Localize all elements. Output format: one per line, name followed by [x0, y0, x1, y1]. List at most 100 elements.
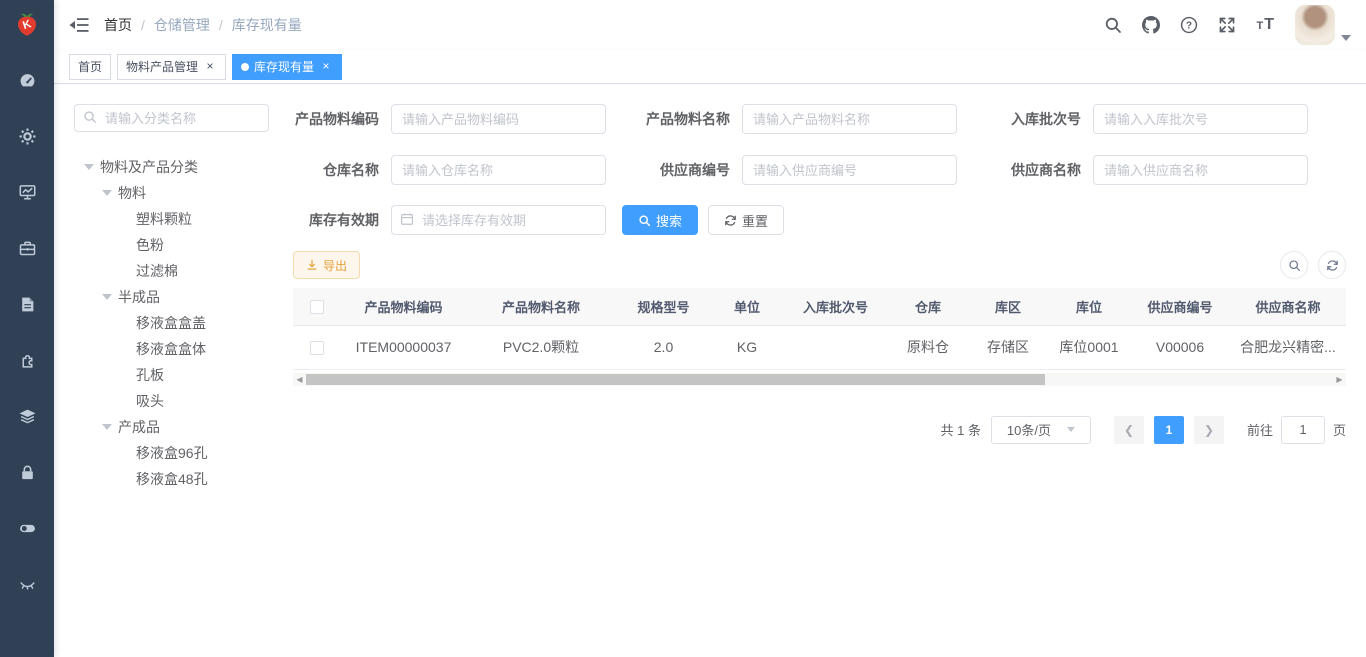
lock-icon[interactable] — [0, 444, 54, 500]
tree-node-label: 移液盒盒盖 — [136, 313, 206, 333]
select-all-checkbox[interactable] — [310, 300, 324, 314]
close-icon[interactable]: × — [203, 60, 217, 74]
tree-node[interactable]: 移液盒盒体 — [74, 336, 269, 362]
reset-button[interactable]: 重置 — [708, 205, 784, 235]
cell-item-name: PVC2.0颗粒 — [466, 325, 616, 369]
tab-inventory-onhand[interactable]: 库存现有量 × — [232, 54, 342, 80]
table-row[interactable]: ITEM00000037 PVC2.0颗粒 2.0 KG 原料仓 存储区 库位0… — [293, 325, 1346, 369]
search-icon[interactable] — [1104, 16, 1122, 34]
item-name-input[interactable] — [742, 104, 957, 134]
tree-node[interactable]: 孔板 — [74, 362, 269, 388]
chevron-down-icon — [1341, 35, 1351, 41]
field-label: 仓库名称 — [293, 160, 391, 180]
supplier-name-input[interactable] — [1093, 155, 1308, 185]
layers-icon[interactable] — [0, 388, 54, 444]
filter-field-expiry-date: 库存有效期 — [293, 205, 606, 235]
tree-node[interactable]: 移液盒盒盖 — [74, 310, 269, 336]
refresh-icon[interactable] — [1318, 251, 1346, 279]
active-dot-icon — [241, 63, 249, 71]
tree-node-label: 移液盒盒体 — [136, 339, 206, 359]
expiry-date-input[interactable] — [391, 205, 606, 235]
sidebar-collapse-icon[interactable] — [69, 17, 89, 33]
scroll-right-icon[interactable]: ▶ — [1333, 373, 1346, 386]
tree-node[interactable]: 产成品 — [74, 414, 269, 440]
filter-row-expiry: 库存有效期 搜索 重置 — [293, 205, 1346, 235]
fullscreen-icon[interactable] — [1218, 16, 1236, 34]
tab-material-product[interactable]: 物料产品管理 × — [117, 54, 226, 80]
refresh-icon — [724, 214, 737, 227]
inventory-main-panel: 产品物料编码 产品物料名称 入库批次号 仓库名称 — [293, 104, 1346, 637]
tree-node-label: 孔板 — [136, 365, 164, 385]
caret-down-icon[interactable] — [96, 424, 118, 430]
tree-node[interactable]: 移液盒48孔 — [74, 466, 269, 492]
close-icon[interactable]: × — [319, 60, 333, 74]
pagination-total: 共 1 条 — [941, 420, 981, 439]
page-size-select[interactable]: 10条/页 — [991, 416, 1091, 444]
tree-node[interactable]: 吸头 — [74, 388, 269, 414]
tree-node-label: 色粉 — [136, 235, 164, 255]
breadcrumb-home[interactable]: 首页 — [104, 15, 132, 35]
puzzle-icon[interactable] — [0, 332, 54, 388]
app-window: K — [0, 0, 1366, 657]
prev-page-button[interactable]: ❮ — [1114, 416, 1144, 444]
tree-node[interactable]: 色粉 — [74, 232, 269, 258]
row-checkbox[interactable] — [310, 341, 324, 355]
sidebar-menu — [0, 52, 54, 612]
tree-node[interactable]: 物料及产品分类 — [74, 154, 269, 180]
field-label: 产品物料编码 — [293, 109, 391, 129]
github-icon[interactable] — [1142, 16, 1160, 34]
app-logo[interactable]: K — [0, 0, 54, 50]
export-button-label: 导出 — [323, 257, 347, 274]
search-icon — [83, 110, 97, 129]
question-icon[interactable]: ? — [1180, 16, 1198, 34]
gear-icon[interactable] — [0, 108, 54, 164]
filter-field-supplier-code: 供应商编号 — [644, 155, 995, 185]
field-label: 入库批次号 — [995, 109, 1093, 129]
warehouse-name-input[interactable] — [391, 155, 606, 185]
supplier-code-input[interactable] — [742, 155, 957, 185]
tree-node[interactable]: 移液盒96孔 — [74, 440, 269, 466]
goto-page-input[interactable] — [1281, 416, 1325, 444]
eye-closed-icon[interactable] — [0, 556, 54, 612]
cell-spec: 2.0 — [616, 325, 711, 369]
batch-no-input[interactable] — [1093, 104, 1308, 134]
toolbox-icon[interactable] — [0, 220, 54, 276]
scrollbar-track[interactable] — [306, 374, 1333, 385]
export-button[interactable]: 导出 — [293, 251, 360, 279]
avatar[interactable] — [1295, 5, 1335, 45]
caret-down-icon[interactable] — [78, 164, 100, 170]
tree-node-label: 移液盒48孔 — [136, 469, 208, 489]
category-tree-panel: 物料及产品分类 物料 塑料颗粒 色粉 过滤棉 半成品 移液盒盒盖 移液盒盒体 孔… — [74, 104, 269, 637]
tree-node[interactable]: 过滤棉 — [74, 258, 269, 284]
tree-node-label: 过滤棉 — [136, 261, 178, 281]
page-number-1[interactable]: 1 — [1154, 416, 1184, 444]
item-code-input[interactable] — [391, 104, 606, 134]
user-menu[interactable] — [1295, 5, 1351, 45]
tree-node[interactable]: 塑料颗粒 — [74, 206, 269, 232]
tab-label: 首页 — [78, 58, 102, 75]
caret-down-icon[interactable] — [96, 294, 118, 300]
tags-view-bar: 首页 物料产品管理 × 库存现有量 × — [54, 50, 1366, 84]
field-label: 产品物料名称 — [644, 109, 742, 129]
tree-search-input[interactable] — [74, 104, 269, 132]
dashboard-icon[interactable] — [0, 52, 54, 108]
main-column: 首页 / 仓储管理 / 库存现有量 ? TT — [54, 0, 1366, 657]
document-icon[interactable] — [0, 276, 54, 332]
scroll-left-icon[interactable]: ◀ — [293, 373, 306, 386]
tab-label: 库存现有量 — [254, 58, 314, 75]
search-button[interactable]: 搜索 — [622, 205, 698, 235]
tree-node-label: 产成品 — [118, 417, 160, 437]
tab-home[interactable]: 首页 — [69, 54, 111, 80]
monitor-chart-icon[interactable] — [0, 164, 54, 220]
toggle-search-icon[interactable] — [1280, 251, 1308, 279]
tree-node[interactable]: 半成品 — [74, 284, 269, 310]
font-size-icon[interactable]: TT — [1256, 16, 1275, 34]
header-select-all — [293, 288, 341, 325]
next-page-button[interactable]: ❯ — [1194, 416, 1224, 444]
calendar-icon — [400, 212, 414, 231]
toggle-icon[interactable] — [0, 500, 54, 556]
scrollbar-thumb[interactable] — [306, 374, 1045, 385]
sidebar: K — [0, 0, 54, 657]
caret-down-icon[interactable] — [96, 190, 118, 196]
tree-node[interactable]: 物料 — [74, 180, 269, 206]
